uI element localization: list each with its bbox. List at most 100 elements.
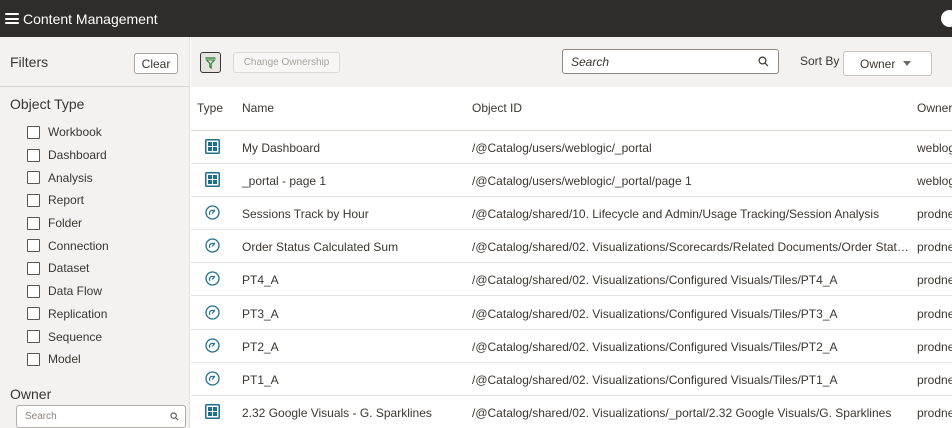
search-input[interactable] [563,50,743,73]
row-owner: prodney [917,372,952,387]
object-type-label: Sequence [48,329,103,344]
checkbox[interactable] [27,148,40,162]
object-type-label: Report [48,193,85,208]
object-type-item[interactable]: Dataset [27,257,109,280]
row-name[interactable]: 2.32 Google Visuals - G. Sparklines [242,406,432,420]
object-type-label: Replication [48,306,108,321]
object-type-label: Folder [48,216,83,231]
dashboard-icon [205,403,221,420]
object-type-label: Dataset [48,261,90,276]
row-object-id: /@Catalog/shared/02. Visualizations/Conf… [472,339,838,354]
column-header-owner[interactable]: Owner [917,101,952,115]
row-object-id: /@Catalog/shared/02. Visualizations/Conf… [472,306,838,321]
row-owner: prodney [917,405,952,420]
row-owner: weblogic [917,174,952,189]
row-name[interactable]: PT1_A [242,373,279,387]
object-type-item[interactable]: Model [27,348,109,371]
object-type-label: Dashboard [48,148,107,163]
checkbox[interactable] [27,261,40,275]
row-object-id: /@Catalog/users/weblogic/_portal/page 1 [472,174,692,189]
search-field[interactable] [562,49,779,74]
checkbox[interactable] [27,125,40,139]
menu-icon[interactable] [5,13,19,24]
row-name[interactable]: PT2_A [242,340,279,354]
table-row[interactable]: 2.32 Google Visuals - G. Sparklines /@Cat… [191,396,952,428]
row-owner: prodney [917,339,952,354]
row-object-id: /@Catalog/shared/02. Visualizations/Conf… [472,273,838,288]
table-row[interactable]: Sessions Track by Hour /@Catalog/shared/1… [191,197,952,231]
analysis-icon [205,337,221,354]
object-type-label: Analysis [48,170,93,185]
checkbox[interactable] [27,171,40,185]
row-object-id: /@Catalog/shared/10. Lifecycle and Admin… [472,207,880,222]
row-name[interactable]: Sessions Track by Hour [242,207,369,221]
checkbox[interactable] [27,352,40,366]
column-header-name[interactable]: Name [242,101,274,115]
analysis-icon [205,238,221,254]
sort-by-value: Owner [860,56,896,71]
content-table: Type Name Object ID Owner My Dashboard /@… [191,87,952,428]
analysis-icon [205,371,221,387]
object-type-item[interactable]: Folder [27,212,109,235]
checkbox[interactable] [27,193,40,207]
filters-sidebar: Filters Clear Object Type Workbook Dashbo… [0,37,190,428]
filter-toggle-button[interactable] [200,52,221,73]
checkbox[interactable] [27,307,40,321]
object-type-item[interactable]: Dashboard [27,144,109,167]
dashboard-icon [205,139,221,155]
row-name[interactable]: _portal - page 1 [242,174,326,188]
object-type-item[interactable]: Connection [27,234,109,257]
row-owner: prodney [917,306,952,321]
object-type-item[interactable]: Sequence [27,325,109,348]
object-type-item[interactable]: Replication [27,303,109,326]
object-type-item[interactable]: Report [27,189,109,212]
owner-search-field[interactable] [16,405,186,428]
object-type-item[interactable]: Data Flow [27,280,109,303]
row-owner: prodney [917,240,952,255]
table-row[interactable]: _portal - page 1 /@Catalog/users/weblogic… [191,164,952,198]
sort-by-select[interactable]: Owner [843,51,932,76]
analysis-icon [205,205,221,221]
checkbox[interactable] [27,330,40,344]
row-owner: prodney [917,273,952,288]
analysis-icon [205,304,221,321]
checkbox[interactable] [27,216,40,230]
checkbox[interactable] [27,239,40,253]
row-name[interactable]: PT3_A [242,307,279,321]
row-name[interactable]: PT4_A [242,273,279,287]
object-type-item[interactable]: Workbook [27,121,109,144]
table-row[interactable]: PT4_A /@Catalog/shared/02. Visualizations… [191,263,952,297]
clear-filters-button[interactable]: Clear [134,53,178,74]
table-row[interactable]: Order Status Calculated Sum /@Catalog/sha… [191,230,952,264]
row-object-id: /@Catalog/shared/02. Visualizations/_por… [472,405,892,420]
toolbar: Change Ownership Sort By Owner [191,37,952,87]
row-object-id: /@Catalog/shared/02. Visualizations/Conf… [472,372,838,387]
table-row[interactable]: PT2_A /@Catalog/shared/02. Visualizations… [191,330,952,363]
table-row[interactable]: PT3_A /@Catalog/shared/02. Visualizations… [191,297,952,330]
user-avatar[interactable] [941,10,952,27]
owner-title: Owner [10,386,52,402]
search-icon [758,56,769,67]
table-row[interactable]: My Dashboard /@Catalog/users/weblogic/_po… [191,131,952,164]
row-name[interactable]: Order Status Calculated Sum [242,240,398,254]
row-object-id: /@Catalog/shared/02. Visualizations/Scor… [472,240,910,255]
object-type-label: Connection [48,238,109,253]
row-owner: weblogic [917,141,952,155]
object-type-title: Object Type [10,96,85,112]
column-header-type[interactable]: Type [197,101,223,115]
dashboard-icon [205,172,221,188]
row-owner: prodney [917,207,952,222]
owner-search-input[interactable] [17,411,157,422]
sort-by-label: Sort By [800,54,840,68]
filters-title: Filters [10,54,49,70]
change-ownership-button[interactable]: Change Ownership [233,52,340,73]
filter-icon [205,56,216,69]
app-header: Content Management [0,0,952,37]
object-type-item[interactable]: Analysis [27,166,109,189]
row-name[interactable]: My Dashboard [242,141,320,155]
column-header-object-id[interactable]: Object ID [472,101,522,115]
object-type-label: Workbook [48,125,102,140]
checkbox[interactable] [27,284,40,298]
analysis-icon [205,271,221,287]
table-row[interactable]: PT1_A /@Catalog/shared/02. Visualizations… [191,363,952,396]
